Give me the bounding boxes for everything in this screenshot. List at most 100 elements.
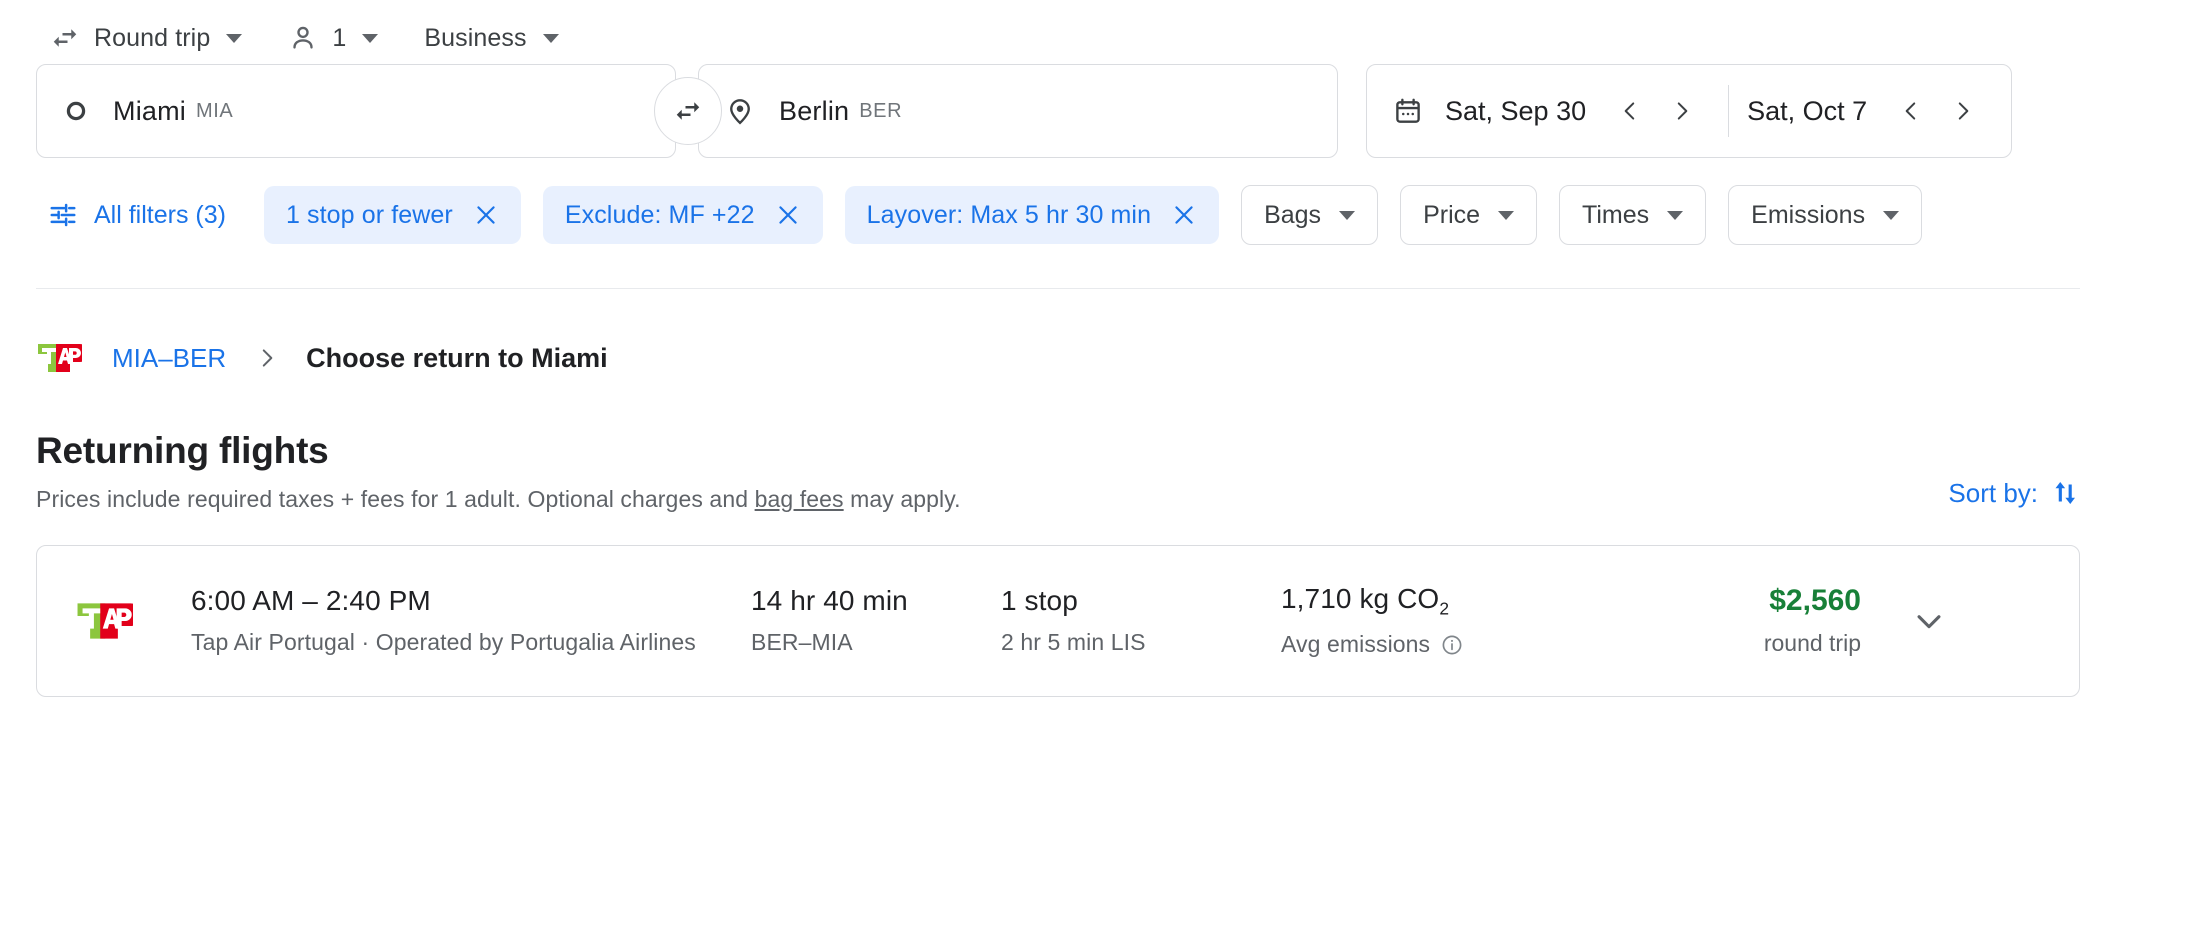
- origin-destination-group: Miami MIA Berlin BER: [36, 64, 1338, 158]
- depart-next-day-button[interactable]: [1656, 85, 1708, 137]
- breadcrumb-leg-link[interactable]: MIA–BER: [112, 343, 226, 374]
- trip-type-selector[interactable]: Round trip: [36, 14, 256, 62]
- return-date-arrows: [1885, 85, 1989, 137]
- swap-arrows-icon: [673, 96, 703, 126]
- cabin-class-selector[interactable]: Business: [410, 14, 572, 62]
- return-date-group: Sat, Oct 7: [1747, 65, 1989, 157]
- origin-input[interactable]: Miami MIA: [36, 64, 676, 158]
- emissions-note-row: Avg emissions: [1281, 631, 1611, 658]
- person-icon: [288, 23, 318, 53]
- filter-dropdown-price[interactable]: Price: [1400, 185, 1537, 245]
- breadcrumb-current-step: Choose return to Miami: [306, 343, 608, 374]
- date-range-field: Sat, Sep 30 Sat, Oct 7: [1366, 64, 2012, 158]
- chevron-left-icon: [1898, 98, 1924, 124]
- calendar-icon: [1393, 96, 1423, 126]
- filter-dropdown-bags[interactable]: Bags: [1241, 185, 1378, 245]
- filter-dropdown-label: Price: [1423, 201, 1480, 230]
- destination-input[interactable]: Berlin BER: [698, 64, 1338, 158]
- bag-fees-link[interactable]: bag fees: [755, 486, 844, 512]
- results-header: Returning flights Prices include require…: [36, 431, 2080, 513]
- flight-layover: 2 hr 5 min LIS: [1001, 629, 1281, 656]
- filter-chip-exclude-airlines[interactable]: Exclude: MF +22: [543, 186, 823, 244]
- close-icon[interactable]: [775, 202, 801, 228]
- filter-chip-label: Layover: Max 5 hr 30 min: [867, 201, 1151, 230]
- flight-stops-column: 1 stop 2 hr 5 min LIS: [1001, 585, 1281, 656]
- breadcrumb-separator-icon: [254, 345, 280, 371]
- chevron-down-icon: [1883, 211, 1899, 220]
- flight-airline: Tap Air Portugal · Operated by Portugali…: [191, 629, 751, 656]
- return-date-value[interactable]: Sat, Oct 7: [1747, 96, 1867, 127]
- info-icon[interactable]: [1440, 633, 1464, 657]
- flight-times-column: 6:00 AM – 2:40 PM Tap Air Portugal · Ope…: [191, 585, 751, 656]
- sort-arrows-icon: [2050, 478, 2080, 508]
- circle-icon: [63, 98, 89, 124]
- destination-code: BER: [859, 100, 902, 123]
- depart-date-arrows: [1604, 85, 1708, 137]
- filter-chip-label: 1 stop or fewer: [286, 201, 453, 230]
- chevron-down-icon: [1912, 604, 1946, 638]
- search-fields-row: Miami MIA Berlin BER: [36, 62, 2206, 160]
- flight-times: 6:00 AM – 2:40 PM: [191, 585, 751, 617]
- return-next-day-button[interactable]: [1937, 85, 1989, 137]
- emissions-label: Avg emissions: [1281, 631, 1430, 658]
- passengers-selector[interactable]: 1: [274, 14, 392, 62]
- location-pin-icon: [725, 96, 755, 126]
- all-filters-label: All filters (3): [94, 201, 226, 230]
- flight-result-card[interactable]: 6:00 AM – 2:40 PM Tap Air Portugal · Ope…: [36, 545, 2080, 697]
- filter-chip-label: Exclude: MF +22: [565, 201, 755, 230]
- date-divider: [1728, 85, 1729, 137]
- chevron-down-icon: [226, 34, 242, 43]
- section-divider: [36, 288, 2080, 289]
- flight-price-column: $2,560 round trip: [1611, 584, 1861, 657]
- depart-prev-day-button[interactable]: [1604, 85, 1656, 137]
- sort-by-button[interactable]: Sort by:: [1948, 478, 2080, 513]
- filter-dropdown-times[interactable]: Times: [1559, 185, 1706, 245]
- flight-price-note: round trip: [1764, 630, 1861, 657]
- flight-duration-column: 14 hr 40 min BER–MIA: [751, 585, 1001, 656]
- cabin-class-label: Business: [424, 24, 526, 53]
- chevron-down-icon: [1339, 211, 1355, 220]
- page-title: Returning flights: [36, 431, 961, 472]
- flight-duration: 14 hr 40 min: [751, 585, 1001, 617]
- expand-flight-details-button[interactable]: [1897, 589, 1961, 653]
- depart-date-value[interactable]: Sat, Sep 30: [1445, 96, 1586, 127]
- flight-price: $2,560: [1769, 584, 1861, 618]
- chevron-down-icon: [362, 34, 378, 43]
- subtitle-text-after: may apply.: [844, 486, 961, 512]
- flight-emissions-column: 1,710 kg CO2 Avg emissions: [1281, 583, 1611, 659]
- filter-dropdown-label: Bags: [1264, 201, 1321, 230]
- tap-air-portugal-logo: [75, 599, 133, 643]
- trip-options-bar: Round trip 1 Business: [0, 0, 2206, 50]
- swap-button[interactable]: [654, 77, 722, 145]
- chevron-left-icon: [1617, 98, 1643, 124]
- chevron-down-icon: [543, 34, 559, 43]
- flight-route: BER–MIA: [751, 629, 1001, 656]
- filter-dropdown-label: Times: [1582, 201, 1649, 230]
- emissions-value: 1,710 kg CO: [1281, 583, 1439, 614]
- emissions-subscript: 2: [1439, 598, 1449, 618]
- depart-date-group: Sat, Sep 30: [1393, 65, 1708, 157]
- results-subtitle: Prices include required taxes + fees for…: [36, 486, 961, 513]
- flight-stops: 1 stop: [1001, 585, 1281, 617]
- passenger-count-label: 1: [332, 24, 346, 53]
- sort-by-label: Sort by:: [1948, 478, 2038, 509]
- origin-code: MIA: [196, 100, 233, 123]
- close-icon[interactable]: [1171, 202, 1197, 228]
- all-filters-button[interactable]: All filters (3): [36, 186, 242, 244]
- chevron-right-icon: [1669, 98, 1695, 124]
- filter-dropdown-label: Emissions: [1751, 201, 1865, 230]
- swap-arrows-icon: [50, 23, 80, 53]
- breadcrumb: MIA–BER Choose return to Miami: [36, 333, 2206, 383]
- results-header-text: Returning flights Prices include require…: [36, 431, 961, 513]
- destination-city: Berlin: [779, 96, 849, 127]
- return-prev-day-button[interactable]: [1885, 85, 1937, 137]
- chevron-down-icon: [1498, 211, 1514, 220]
- filter-chip-stops[interactable]: 1 stop or fewer: [264, 186, 521, 244]
- filter-sliders-icon: [48, 200, 78, 230]
- close-icon[interactable]: [473, 202, 499, 228]
- filter-dropdown-emissions[interactable]: Emissions: [1728, 185, 1922, 245]
- filter-chip-layover[interactable]: Layover: Max 5 hr 30 min: [845, 186, 1219, 244]
- tap-air-portugal-logo: [36, 341, 82, 375]
- subtitle-text-before: Prices include required taxes + fees for…: [36, 486, 755, 512]
- filter-chips-row: All filters (3) 1 stop or fewer Exclude:…: [36, 182, 2206, 248]
